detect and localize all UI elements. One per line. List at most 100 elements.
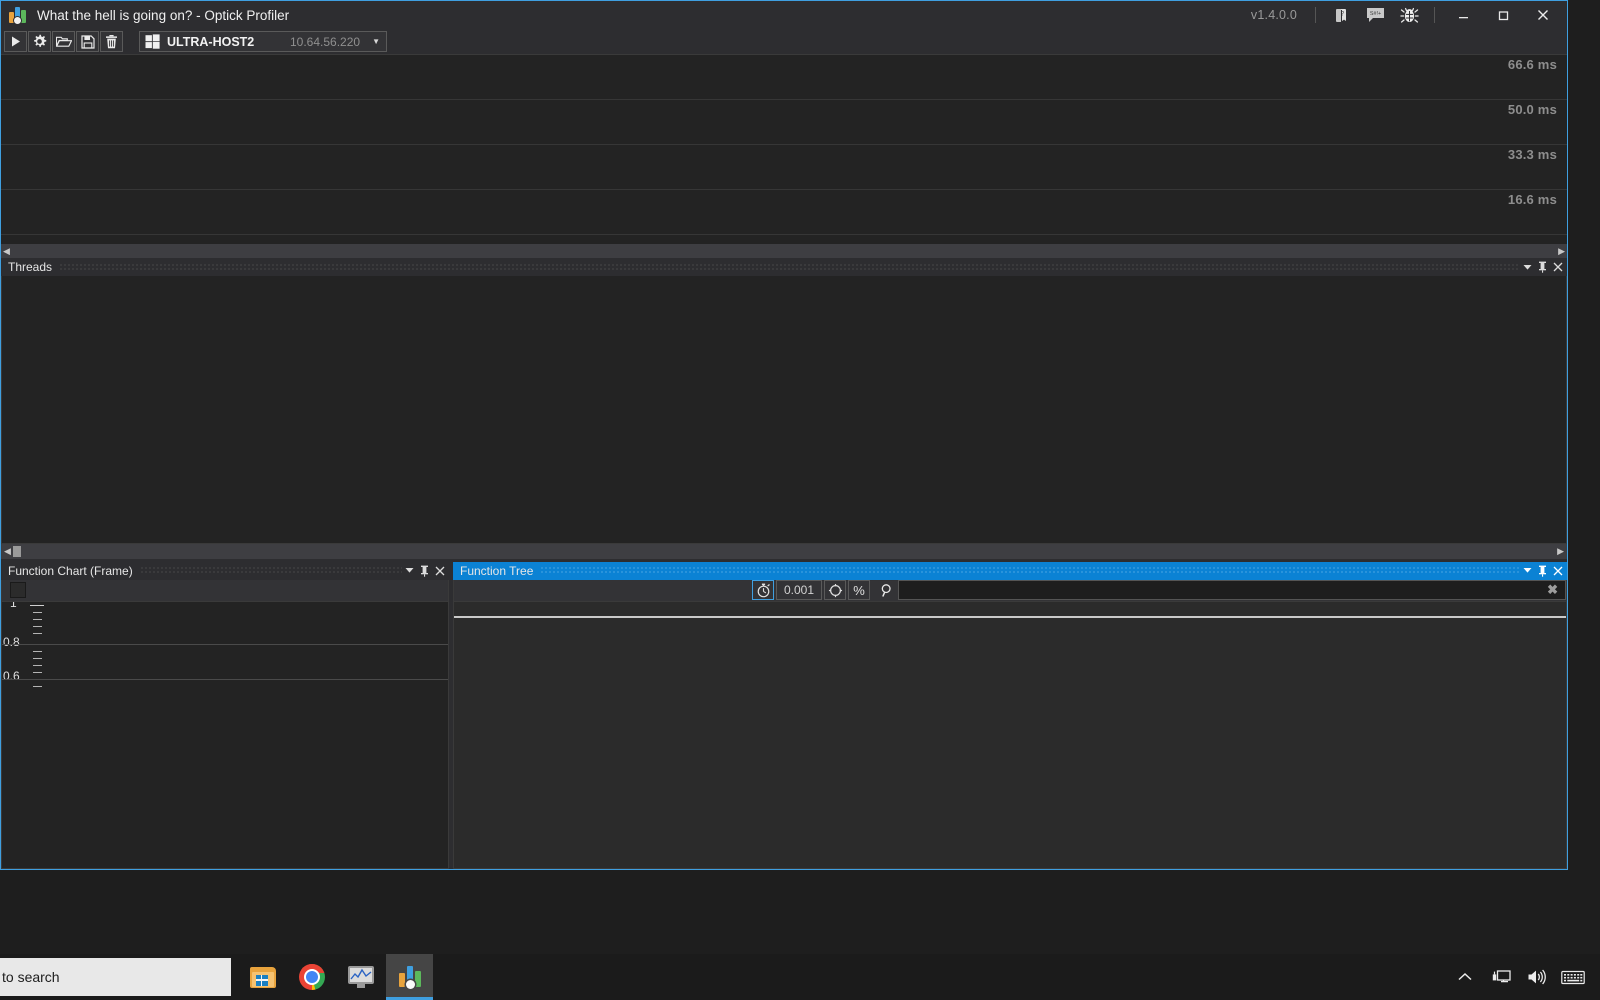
close-icon <box>1553 262 1562 272</box>
close-icon <box>1553 566 1562 575</box>
threads-pin-button[interactable] <box>1535 259 1550 275</box>
pin-icon <box>1539 565 1546 577</box>
magnifier-icon <box>881 583 891 597</box>
percent-toggle-button[interactable]: % <box>848 580 870 600</box>
y-axis-tick-label: 0.8 <box>3 634 20 649</box>
tray-touch-keyboard[interactable] <box>1556 954 1590 1000</box>
timeline-axis-label: 16.6 ms <box>1507 192 1557 207</box>
function-chart-header[interactable]: Function Chart (Frame) <box>1 561 449 580</box>
settings-button[interactable] <box>28 31 51 52</box>
report-bug-button[interactable] <box>1392 2 1426 28</box>
threshold-timer-button[interactable] <box>752 580 774 600</box>
taskbar-item-optick-profiler[interactable] <box>386 954 433 1000</box>
function-tree-column-header <box>454 615 1566 618</box>
main-toolbar: ULTRA-HOST2 10.64.56.220 ▼ <box>1 29 1567 54</box>
folder-icon <box>249 966 276 988</box>
taskbar-search-box[interactable]: to search <box>0 958 231 996</box>
title-bar: What the hell is going on? - Optick Prof… <box>1 1 1567 29</box>
scroll-right-arrow-icon[interactable]: ▶ <box>1558 246 1565 257</box>
filter-target-button[interactable] <box>824 580 846 600</box>
save-floppy-icon <box>80 34 95 49</box>
search-input[interactable] <box>903 583 1545 597</box>
chevron-down-icon[interactable]: ▼ <box>372 37 380 46</box>
feedback-button[interactable]: S#!+ <box>1358 2 1392 28</box>
tray-show-hidden-icons[interactable] <box>1448 954 1482 1000</box>
timeline-axis-label: 50.0 ms <box>1507 102 1557 117</box>
function-tree-header[interactable]: Function Tree <box>453 561 1567 580</box>
threshold-value-field[interactable]: 0.001 <box>776 580 822 600</box>
help-button[interactable]: ? <box>1324 2 1358 28</box>
clear-x-icon[interactable]: ✖ <box>1544 582 1561 598</box>
scroll-left-arrow-icon[interactable]: ◀ <box>3 246 10 257</box>
close-icon <box>1538 10 1548 20</box>
function-tree-list[interactable] <box>453 601 1567 869</box>
y-axis-tick-label: 0.6 <box>3 668 20 683</box>
svg-text:S#!+: S#!+ <box>1369 11 1380 17</box>
function-chart-close-button[interactable] <box>432 563 447 579</box>
gear-icon <box>34 34 47 47</box>
timeline-row: 66.6 ms <box>1 55 1567 100</box>
function-tree-collapse-button[interactable] <box>1520 563 1535 579</box>
save-capture-button[interactable] <box>76 31 99 52</box>
open-capture-button[interactable] <box>52 31 75 52</box>
function-tree-close-button[interactable] <box>1550 563 1565 579</box>
threads-panel-title: Threads <box>8 260 53 274</box>
function-chart-pin-button[interactable] <box>417 563 432 579</box>
chevron-down-icon <box>405 568 414 573</box>
percent-label: % <box>853 582 865 598</box>
function-tree-toolbar: 0.001 % ✖ <box>453 579 1567 602</box>
scroll-right-arrow-icon[interactable]: ▶ <box>1557 546 1564 557</box>
panel-drag-grip[interactable] <box>139 566 402 575</box>
timeline-row: 50.0 ms <box>1 100 1567 145</box>
timeline-row: 16.6 ms <box>1 190 1567 235</box>
monitor-chart-icon <box>347 966 374 988</box>
windows-taskbar: to search <box>0 954 1600 1000</box>
threads-track-area[interactable] <box>1 276 1567 544</box>
pin-icon <box>1539 261 1546 273</box>
crosshair-target-icon <box>828 583 842 597</box>
search-input-wrapper[interactable]: ✖ <box>898 580 1566 600</box>
timeline-horizontal-scrollbar[interactable]: ◀ ▶ <box>1 244 1567 258</box>
taskbar-item-google-chrome[interactable] <box>288 954 335 1000</box>
function-tree-search: ✖ <box>876 580 1566 600</box>
function-chart-series-checkbox[interactable] <box>10 582 26 598</box>
function-chart-plot[interactable]: 1 0.8 0.6 <box>1 601 449 869</box>
keyboard-icon <box>1561 970 1585 984</box>
host-selector-dropdown[interactable]: ULTRA-HOST2 10.64.56.220 ▼ <box>139 31 387 52</box>
maximize-button[interactable] <box>1483 2 1523 29</box>
taskbar-item-file-explorer[interactable] <box>239 954 286 1000</box>
book-help-icon: ? <box>1335 8 1346 22</box>
threads-panel-header[interactable]: Threads <box>1 258 1567 276</box>
minimize-button[interactable] <box>1443 2 1483 29</box>
threads-close-button[interactable] <box>1550 259 1565 275</box>
windows-icon <box>145 34 160 49</box>
frame-timeline-chart[interactable]: 66.6 ms 50.0 ms 33.3 ms 16.6 ms <box>1 54 1567 244</box>
clear-capture-button[interactable] <box>100 31 123 52</box>
threads-horizontal-scrollbar[interactable]: ◀ ▶ <box>1 543 1567 559</box>
open-folder-icon <box>55 36 72 47</box>
chrome-icon <box>298 964 325 990</box>
pin-icon <box>421 565 428 577</box>
function-chart-panel: Function Chart (Frame) 1 0.8 0.6 <box>1 561 449 869</box>
tray-volume[interactable] <box>1520 954 1554 1000</box>
scroll-thumb[interactable] <box>12 545 21 557</box>
tray-network[interactable] <box>1484 954 1518 1000</box>
optick-icon <box>398 966 422 989</box>
function-tree-pin-button[interactable] <box>1535 563 1550 579</box>
threads-collapse-button[interactable] <box>1520 259 1535 275</box>
panel-drag-grip[interactable] <box>59 262 1520 272</box>
panel-drag-grip[interactable] <box>540 566 1520 575</box>
start-capture-button[interactable] <box>4 31 27 52</box>
timeline-row: 33.3 ms <box>1 145 1567 190</box>
close-button[interactable] <box>1523 2 1563 29</box>
scroll-left-arrow-icon[interactable]: ◀ <box>4 546 11 557</box>
function-chart-legend-row <box>1 579 449 602</box>
stopwatch-icon <box>757 583 770 597</box>
play-icon <box>12 36 20 47</box>
speaker-icon <box>1528 969 1546 985</box>
taskbar-item-task-manager[interactable] <box>337 954 384 1000</box>
function-tree-panel: Function Tree 0.001 % ✖ <box>453 561 1567 869</box>
function-chart-collapse-button[interactable] <box>402 563 417 579</box>
timeline-axis-label: 66.6 ms <box>1507 57 1557 72</box>
search-icon[interactable] <box>876 583 898 598</box>
